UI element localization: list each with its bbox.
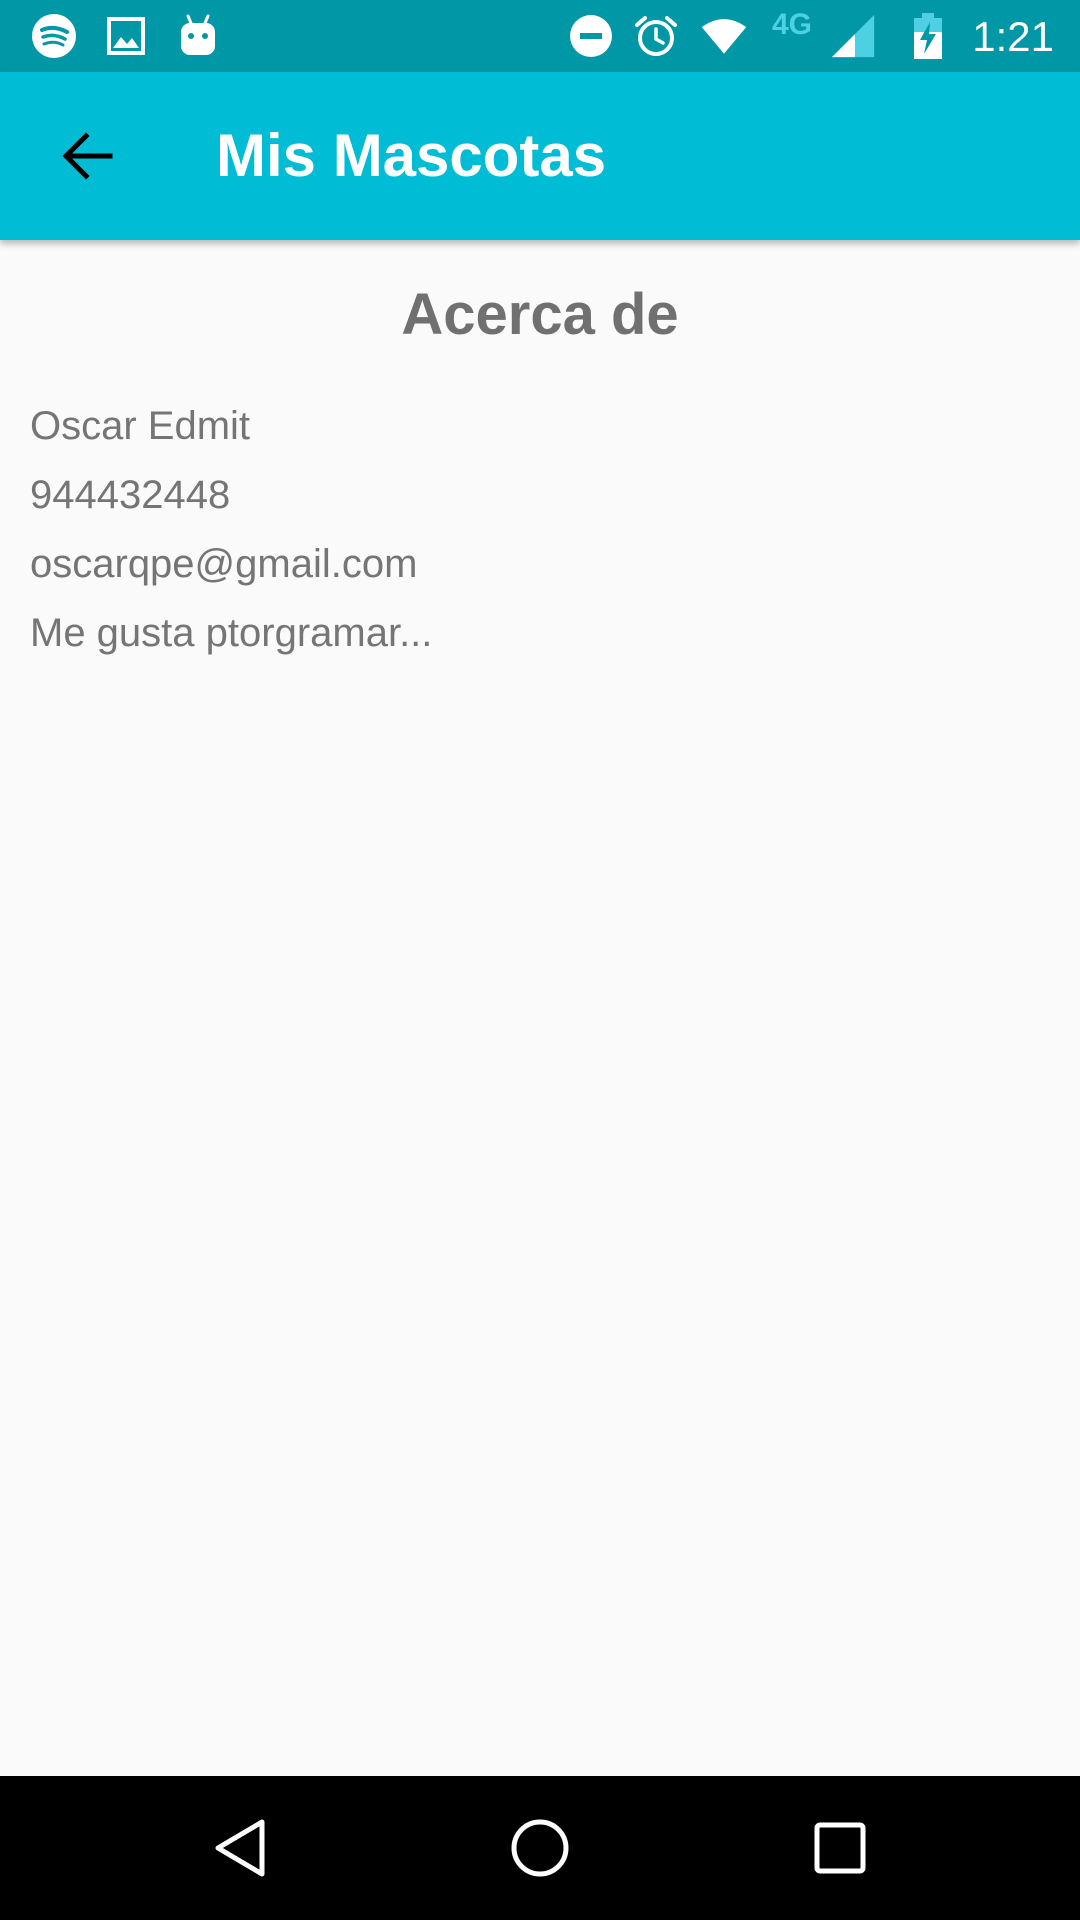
arrow-back-icon [62,132,113,180]
nav-home-button[interactable] [504,1812,576,1884]
do-not-disturb-icon [567,12,615,60]
nav-recents-button[interactable] [804,1812,876,1884]
about-heading: Acerca de [401,282,679,347]
app-bar: Mis Mascotas [0,72,1080,240]
spotify-icon [30,12,78,60]
recents-square-icon [814,1822,866,1874]
contact-email: oscarqpe@gmail.com [30,542,418,586]
home-circle-icon [511,1819,569,1877]
nav-back-button[interactable] [204,1812,276,1884]
back-triangle-icon [215,1819,265,1877]
wifi-icon [700,12,748,60]
android-icon [174,12,222,60]
about-info-list: Oscar Edmit 944432448 oscarqpe@gmail.com… [30,392,1030,668]
contact-name: Oscar Edmit [30,404,251,448]
status-bar: 4G 1:21 [0,0,1080,72]
status-time: 1:21 [972,13,1054,60]
app-title: Mis Mascotas [216,122,607,189]
signal-icon [830,12,878,60]
about-content: Acerca de Oscar Edmit 944432448 oscarqpe… [0,240,1080,1776]
navigation-bar [0,1776,1080,1920]
contact-phone: 944432448 [30,473,231,517]
alarm-icon [632,12,680,60]
image-icon [102,12,150,60]
battery-charging-icon [904,12,952,60]
network-type-label: 4G [772,8,813,41]
back-button[interactable] [40,108,136,204]
contact-bio: Me gusta ptorgramar... [30,611,433,655]
